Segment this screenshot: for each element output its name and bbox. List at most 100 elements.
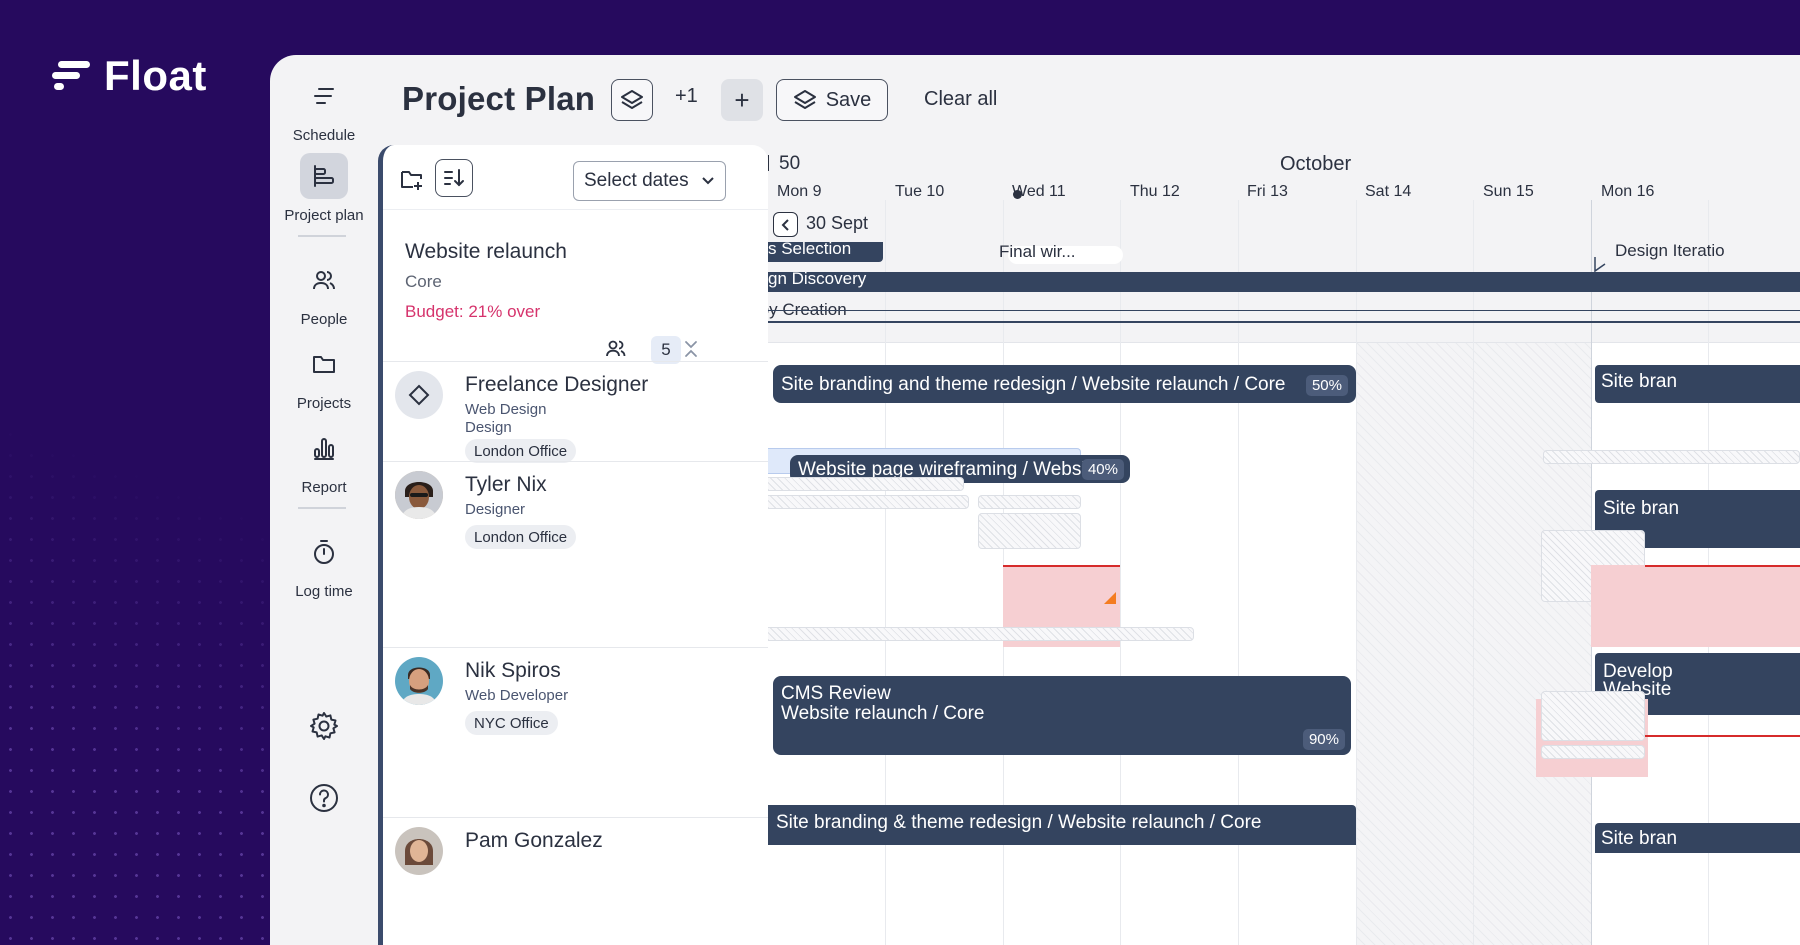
row-divider — [383, 461, 768, 462]
milestone-bar[interactable]: s Selection — [768, 239, 883, 262]
day-header: Wed 11 — [1012, 183, 1066, 200]
task-label: Site bran — [1601, 371, 1678, 392]
folder-add-icon — [401, 171, 422, 190]
clear-all-button[interactable]: Clear all — [924, 88, 997, 111]
day-header: Sat 14 — [1365, 183, 1412, 200]
row-divider — [383, 361, 768, 362]
dotted-backdrop — [0, 340, 270, 945]
task-bar[interactable]: Site branding and theme redesign / Websi… — [773, 365, 1356, 403]
overallocation-block — [1591, 565, 1800, 647]
task-bar[interactable]: CMS Review Website relaunch / Core 90% — [773, 676, 1351, 755]
nav-project-plan[interactable]: Project plan — [270, 153, 378, 224]
nav-label: Report — [301, 479, 347, 496]
project-panel: Select dates Website relaunch Core Budge… — [378, 145, 768, 945]
save-label: Save — [825, 88, 872, 111]
milestone-label[interactable]: Design Iteratio — [1615, 241, 1725, 261]
overallocation-line — [1645, 735, 1800, 737]
gear-icon — [300, 703, 348, 749]
add-button[interactable]: + — [721, 79, 763, 121]
float-logo: Float — [52, 52, 207, 100]
project-name[interactable]: Website relaunch — [405, 240, 567, 264]
bar-chart-icon — [300, 425, 348, 471]
day-header: Thu 12 — [1130, 183, 1180, 200]
milestone-line — [768, 310, 1800, 311]
task-bar[interactable]: Site bran — [1595, 823, 1800, 853]
chevron-down-icon — [702, 177, 714, 185]
folder-icon — [300, 341, 348, 387]
person-role: Web Developer — [465, 687, 569, 704]
milestone-line — [768, 321, 1800, 323]
person-name: Pam Gonzalez — [465, 829, 603, 852]
milestone-flag-icon — [1594, 257, 1606, 273]
task-percent: 50% — [1305, 375, 1348, 396]
page-title: Project Plan — [402, 80, 596, 117]
people-icon — [605, 338, 627, 363]
unscheduled-placeholder — [978, 495, 1081, 509]
milestone-chip[interactable]: Final wir... — [999, 242, 1123, 264]
nav-log-time[interactable]: Log time — [270, 529, 378, 600]
task-label: Site bran — [1601, 828, 1678, 849]
help-button[interactable] — [270, 775, 378, 821]
diamond-icon — [408, 384, 430, 406]
milestone-label: gn Discovery — [768, 269, 867, 288]
warning-corner-icon — [1104, 592, 1116, 604]
milestone-label: s Selection — [768, 239, 852, 258]
timeline: 50 October Mon 9 Tue 10 Wed 11 Thu 12 Fr… — [768, 145, 1800, 945]
row-divider — [383, 647, 768, 648]
nav-label: Project plan — [284, 207, 364, 224]
task-label: Site bran — [1603, 498, 1680, 519]
overallocation-line — [1003, 565, 1120, 567]
side-nav: Schedule Project plan People Projects Re… — [270, 55, 378, 945]
range-start-label: 30 Sept — [806, 213, 869, 233]
stopwatch-icon — [300, 529, 348, 575]
nav-schedule[interactable]: Schedule — [270, 73, 378, 144]
people-count-badge[interactable]: 5 — [651, 336, 681, 364]
layers-icon — [793, 90, 816, 109]
select-dates-label: Select dates — [584, 170, 689, 191]
schedule-icon — [300, 73, 348, 119]
project-client: Core — [405, 272, 442, 291]
person-name: Tyler Nix — [465, 473, 547, 496]
timeline-header: 50 October Mon 9 Tue 10 Wed 11 Thu 12 Fr… — [768, 145, 1800, 200]
milestone-bar[interactable]: gn Discovery — [768, 269, 1800, 292]
day-divider — [1473, 200, 1474, 945]
plus-one-indicator[interactable]: +1 — [675, 85, 698, 108]
select-dates-dropdown[interactable]: Select dates — [573, 161, 726, 201]
task-percent: 40% — [1081, 459, 1124, 480]
overallocation-line — [1645, 565, 1800, 567]
task-bar[interactable]: Site branding & theme redesign / Website… — [768, 805, 1356, 845]
unscheduled-placeholder — [768, 477, 964, 491]
nav-divider — [298, 507, 346, 509]
avatar — [395, 471, 443, 519]
day-divider — [1356, 200, 1357, 945]
previous-button[interactable] — [773, 212, 798, 237]
sort-button[interactable] — [435, 159, 473, 197]
unscheduled-placeholder — [768, 495, 969, 509]
layers-button[interactable] — [611, 79, 653, 121]
person-role: Designer — [465, 501, 526, 518]
nav-report[interactable]: Report — [270, 425, 378, 496]
day-header: Mon 9 — [777, 183, 822, 200]
day-header: Sun 15 — [1483, 183, 1534, 200]
nav-label: Schedule — [292, 127, 356, 144]
person-name: Freelance Designer — [465, 373, 649, 396]
placeholder-avatar — [395, 371, 443, 419]
chevron-left-icon — [781, 218, 789, 231]
avatar — [395, 827, 443, 875]
nav-people[interactable]: People — [270, 257, 378, 328]
settings-button[interactable] — [270, 703, 378, 749]
unscheduled-placeholder — [1541, 745, 1645, 759]
milestone-label: Final wir... — [999, 242, 1076, 261]
nav-label: Log time — [295, 583, 353, 600]
nav-projects[interactable]: Projects — [270, 341, 378, 412]
layers-icon — [621, 90, 643, 109]
unscheduled-placeholder — [1543, 450, 1800, 464]
unscheduled-placeholder — [978, 513, 1081, 549]
avatar — [395, 657, 443, 705]
person-department: Design — [465, 419, 512, 436]
add-folder-button[interactable] — [391, 158, 433, 200]
help-icon — [300, 775, 348, 821]
task-bar[interactable]: Site bran — [1595, 365, 1800, 403]
save-button[interactable]: Save — [776, 79, 888, 121]
day-header: Fri 13 — [1247, 183, 1288, 200]
